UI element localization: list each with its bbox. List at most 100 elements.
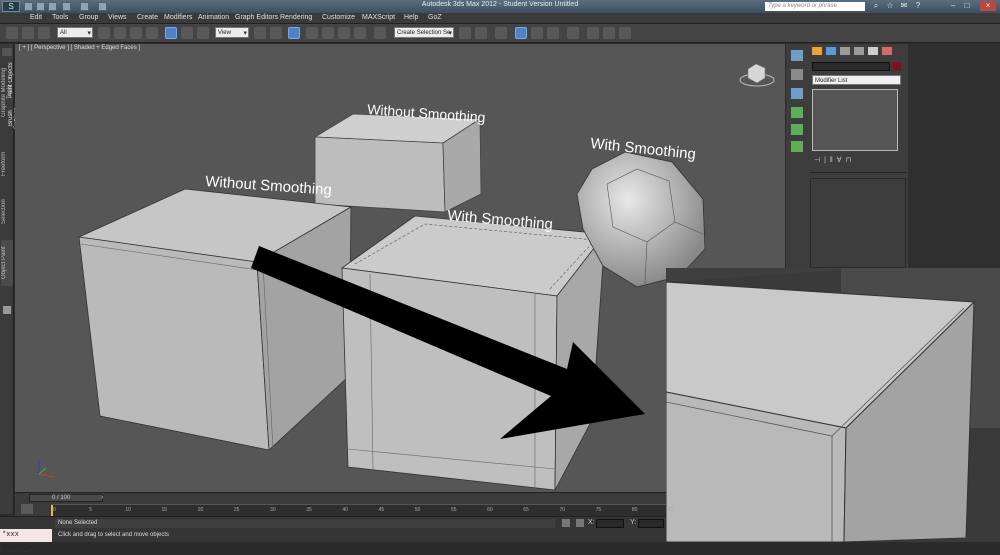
- reference-coordinate-dropdown[interactable]: View: [215, 27, 249, 39]
- lock-selection-icon[interactable]: [562, 519, 570, 527]
- time-slider[interactable]: 0 / 100: [29, 494, 103, 502]
- schematic-view-icon[interactable]: [547, 27, 559, 39]
- menu-customize[interactable]: Customize: [322, 14, 355, 21]
- timeline-tick-label: 25: [233, 507, 240, 513]
- help-icon[interactable]: ?: [913, 1, 923, 11]
- motion-tool-icon[interactable]: [791, 88, 803, 99]
- select-by-name-icon[interactable]: [114, 27, 126, 39]
- panel-divider: [810, 172, 906, 173]
- menu-edit[interactable]: Edit: [30, 14, 42, 21]
- menu-group[interactable]: Group: [79, 14, 98, 21]
- spinner-snap-icon[interactable]: [354, 27, 366, 39]
- motion-tab-icon[interactable]: [854, 47, 864, 55]
- material-editor-icon[interactable]: [567, 27, 579, 39]
- modifier-list-dropdown[interactable]: Modifier List: [812, 75, 901, 85]
- utilities-tab-icon[interactable]: [882, 47, 892, 55]
- timeline-ruler[interactable]: 0 5 10 15 20 25 30 35 40 45 50 55 60 65 70 75 80 85: [51, 504, 674, 517]
- subscription-icon[interactable]: ☆: [885, 1, 895, 11]
- communication-icon[interactable]: ✉: [899, 1, 909, 11]
- modifier-stack[interactable]: [812, 89, 898, 151]
- keyboard-shortcut-override-icon[interactable]: [288, 27, 300, 39]
- maximize-button[interactable]: □: [962, 1, 972, 11]
- select-and-link-icon[interactable]: [6, 27, 18, 39]
- time-slider-next-icon[interactable]: ›: [101, 494, 109, 502]
- timeline-tick-label: 60: [487, 507, 493, 513]
- modify-tab-icon[interactable]: [826, 47, 836, 55]
- menu-rendering[interactable]: Rendering: [280, 14, 312, 21]
- tab-freeform[interactable]: Freeform: [1, 144, 13, 184]
- mirror-icon[interactable]: [459, 27, 471, 39]
- loop-tool-icon[interactable]: [791, 107, 803, 118]
- modifier-stack-controls[interactable]: ⊣|‖∀⊓: [814, 156, 900, 166]
- object-color-swatch[interactable]: [892, 62, 901, 71]
- unlink-icon[interactable]: [22, 27, 34, 39]
- angle-snap-icon[interactable]: [322, 27, 334, 39]
- create-panel-icon[interactable]: [791, 50, 803, 61]
- render-production-icon[interactable]: [619, 27, 631, 39]
- menu-modifiers[interactable]: Modifiers: [164, 14, 192, 21]
- search-icon[interactable]: ⌕: [871, 1, 881, 11]
- prompt-line: Click and drag to select and move object…: [58, 532, 170, 538]
- search-input[interactable]: Type a keyword or phrase: [765, 2, 865, 11]
- select-object-icon[interactable]: [98, 27, 110, 39]
- percent-snap-icon[interactable]: [338, 27, 350, 39]
- left-box: [77, 188, 353, 451]
- refresh-tool-icon[interactable]: [791, 141, 803, 152]
- right-dock-area: [908, 44, 1000, 270]
- selection-region-icon[interactable]: [130, 27, 142, 39]
- select-and-move-icon[interactable]: [165, 27, 177, 39]
- selection-filter-dropdown[interactable]: All: [57, 27, 93, 39]
- menu-goz[interactable]: GoZ: [428, 14, 442, 21]
- menu-graph-editors[interactable]: Graph Editors: [235, 14, 278, 21]
- menu-create[interactable]: Create: [137, 14, 158, 21]
- layer-manager-icon[interactable]: [495, 27, 507, 39]
- tab-selection[interactable]: Selection: [1, 192, 13, 232]
- hierarchy-tool-icon[interactable]: [791, 69, 803, 80]
- render-setup-icon[interactable]: [587, 27, 599, 39]
- timeline-tick-label: 0: [53, 507, 56, 513]
- x-coordinate-label: X:: [588, 519, 595, 526]
- close-button[interactable]: ×: [980, 1, 996, 11]
- create-tab-icon[interactable]: [812, 47, 822, 55]
- menu-help[interactable]: Help: [404, 14, 418, 21]
- timeline-tick-label: 80: [631, 507, 638, 513]
- y-coordinate-field[interactable]: [638, 519, 664, 528]
- select-and-manipulate-icon[interactable]: [270, 27, 282, 39]
- ring-tool-icon[interactable]: [791, 124, 803, 135]
- graphite-toggle-icon[interactable]: [515, 27, 527, 39]
- edit-named-selection-icon[interactable]: [374, 27, 386, 39]
- rendered-frame-window-icon[interactable]: [603, 27, 615, 39]
- mini-curve-editor-icon[interactable]: [21, 504, 33, 514]
- menu-tools[interactable]: Tools: [52, 14, 68, 21]
- time-slider-area: 0 / 100 › 0 5 10 15 20 25 30 35 40 45 50 55 60 65 70 75…: [15, 492, 674, 517]
- ribbon-toggle-icon[interactable]: [2, 48, 12, 56]
- hierarchy-tab-icon[interactable]: [840, 47, 850, 55]
- align-icon[interactable]: [475, 27, 487, 39]
- select-and-scale-icon[interactable]: [197, 27, 209, 39]
- status-bar: *xxx StartCo None Selected Click and dra…: [0, 516, 666, 552]
- x-coordinate-field[interactable]: [596, 519, 624, 528]
- timeline-tick-label: 50: [414, 507, 421, 513]
- menu-animation[interactable]: Animation: [198, 14, 229, 21]
- bind-space-warp-icon[interactable]: [38, 27, 50, 39]
- zoom-inset: [666, 268, 1000, 542]
- collapse-ribbon-icon[interactable]: [3, 306, 11, 314]
- curve-editor-icon[interactable]: [531, 27, 543, 39]
- transform-mode-icon[interactable]: [576, 519, 584, 527]
- named-selection-set-dropdown[interactable]: Create Selection Se: [394, 27, 454, 39]
- object-name-field[interactable]: [812, 62, 890, 71]
- viewcube-icon[interactable]: [739, 63, 775, 87]
- minimize-button[interactable]: –: [948, 1, 958, 11]
- timeline-tick-label: 85: [668, 507, 674, 513]
- snaps-toggle-icon[interactable]: [306, 27, 318, 39]
- menu-maxscript[interactable]: MAXScript: [362, 14, 395, 21]
- tab-object-paint[interactable]: Object Paint: [1, 240, 13, 286]
- select-and-rotate-icon[interactable]: [181, 27, 193, 39]
- display-tab-icon[interactable]: [868, 47, 878, 55]
- timeline-tick-label: 45: [378, 507, 385, 513]
- window-crossing-icon[interactable]: [146, 27, 158, 39]
- use-pivot-center-icon[interactable]: [254, 27, 266, 39]
- command-panel: Modifier List ⊣|‖∀⊓: [808, 44, 908, 270]
- menu-views[interactable]: Views: [108, 14, 127, 21]
- maxscript-listener[interactable]: *xxx StartCo: [0, 529, 52, 552]
